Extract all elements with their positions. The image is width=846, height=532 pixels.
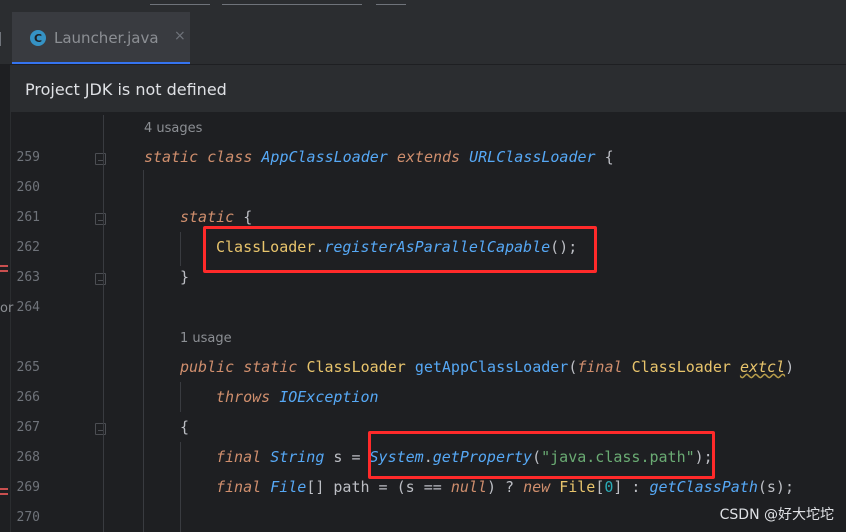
punctuation: (s); xyxy=(757,478,794,496)
keyword: final xyxy=(216,478,262,496)
fold-toggle-icon[interactable] xyxy=(95,273,106,285)
change-marker[interactable] xyxy=(0,488,8,490)
breadcrumb-fragment xyxy=(376,0,406,5)
code-line-267: { xyxy=(180,418,189,436)
jdk-warning-banner: Project JDK is not defined xyxy=(10,64,846,112)
keyword: public xyxy=(180,358,235,376)
line-number: 270 xyxy=(16,510,40,525)
punctuation: [ xyxy=(595,478,605,496)
highlight-box xyxy=(203,226,597,273)
keyword: class xyxy=(207,148,253,166)
param-name: extcl xyxy=(739,358,786,376)
editor-tab-bar: C Launcher.java × xyxy=(0,12,846,64)
highlight-box xyxy=(368,431,715,479)
superclass-name: URLClassLoader xyxy=(469,148,596,166)
close-icon[interactable]: × xyxy=(174,28,186,44)
tab-label: Launcher.java xyxy=(54,29,159,47)
change-marker[interactable] xyxy=(0,493,8,495)
keyword: throws xyxy=(216,388,271,406)
line-number: 263 xyxy=(16,270,40,285)
class-ref: File xyxy=(559,478,596,496)
return-type: ClassLoader xyxy=(306,358,406,376)
keyword: final xyxy=(216,448,262,466)
punctuation: { xyxy=(234,208,253,226)
keyword: static xyxy=(144,148,199,166)
fold-toggle-icon[interactable] xyxy=(95,423,106,435)
breadcrumb-fragment xyxy=(150,0,210,5)
code-line-263: } xyxy=(180,268,189,286)
code-line-265: public static ClassLoader getAppClassLoa… xyxy=(180,358,794,376)
change-marker[interactable] xyxy=(0,265,8,267)
expression: ] : xyxy=(613,478,650,496)
expression: [] path = (s == xyxy=(306,478,451,496)
line-number: 268 xyxy=(16,450,40,465)
line-number: 265 xyxy=(16,360,40,375)
type-name: File xyxy=(270,478,307,496)
indent-guide xyxy=(103,115,104,532)
method-call: getClassPath xyxy=(649,478,758,496)
punctuation: { xyxy=(595,148,614,166)
line-number: 267 xyxy=(16,420,40,435)
change-marker[interactable] xyxy=(0,270,8,272)
line-number: 260 xyxy=(16,180,40,195)
line-number: 261 xyxy=(16,210,40,225)
java-class-icon: C xyxy=(30,30,46,46)
usages-hint[interactable]: 4 usages xyxy=(144,121,202,136)
code-line-259: static class AppClassLoader extends URLC… xyxy=(144,148,614,166)
exception-type: IOException xyxy=(279,388,379,406)
class-name: AppClassLoader xyxy=(261,148,388,166)
code-line-261: static { xyxy=(180,208,252,226)
punctuation: { xyxy=(180,418,190,436)
code-line-269: final File[] path = (s == null) ? new Fi… xyxy=(216,478,794,496)
line-number: 264 xyxy=(16,300,40,315)
punctuation: ) xyxy=(785,358,795,376)
usages-hint[interactable]: 1 usage xyxy=(180,331,232,346)
banner-text: Project JDK is not defined xyxy=(25,80,227,99)
tab-bar-left-edge xyxy=(0,32,7,46)
punctuation: } xyxy=(180,268,190,286)
indent-guide xyxy=(180,232,181,266)
type-name: String xyxy=(270,448,325,466)
keyword: static xyxy=(243,358,298,376)
indent-guide xyxy=(180,442,181,532)
indent-guide xyxy=(143,170,144,532)
keyword: new xyxy=(523,478,551,496)
gutter-separator xyxy=(10,112,11,532)
line-number: 266 xyxy=(16,390,40,405)
tab-launcher-java[interactable]: C Launcher.java × xyxy=(12,12,190,64)
indent-guide xyxy=(180,382,181,412)
code-line-266: throws IOException xyxy=(216,388,379,406)
fold-toggle-icon[interactable] xyxy=(95,213,106,225)
variable: s = xyxy=(324,448,370,466)
keyword: null xyxy=(450,478,487,496)
breadcrumb-fragment xyxy=(222,0,362,5)
keyword: final xyxy=(577,358,623,376)
breadcrumb-strip xyxy=(0,0,846,12)
line-number: 259 xyxy=(16,150,40,165)
keyword: static xyxy=(180,208,235,226)
keyword: extends xyxy=(396,148,461,166)
fold-toggle-icon[interactable] xyxy=(95,153,106,165)
param-type: ClassLoader xyxy=(631,358,731,376)
line-number: 262 xyxy=(16,240,40,255)
expression: ) ? xyxy=(486,478,524,496)
method-name: getAppClassLoader xyxy=(414,358,569,376)
watermark: CSDN @好大坨坨 xyxy=(719,507,834,523)
